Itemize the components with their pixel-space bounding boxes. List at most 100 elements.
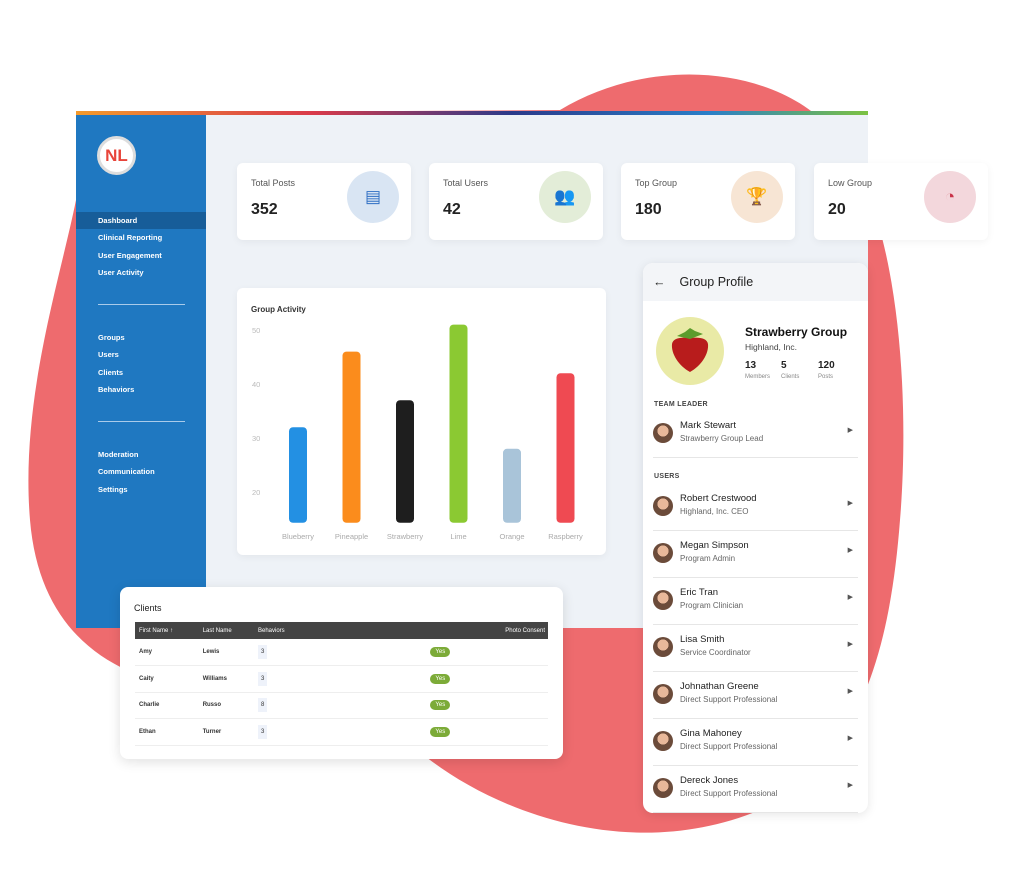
clients-table: First Name ↑ Last Name Behaviors Photo Cons… [135, 622, 548, 746]
sidebar-item-communication[interactable]: Communication [76, 463, 206, 480]
user-row[interactable]: Gina Mahoney Direct Support Professional ▶ [653, 719, 858, 766]
user-row[interactable]: Dereck Jones Direct Support Professional ▶ [653, 766, 858, 813]
first-name: Caity [135, 665, 199, 693]
profile-stat-label: Posts [818, 374, 834, 380]
sidebar-item-clients[interactable]: Clients [76, 364, 206, 381]
group-avatar [656, 317, 724, 385]
bar-orange[interactable] [503, 448, 521, 523]
last-name: Russo [198, 692, 254, 719]
sidebar-item-user-activity[interactable]: User Activity [76, 264, 206, 281]
stat-label: Total Posts [251, 178, 296, 188]
group-activity-card: Group Activity 20 30 40 50 Blueberry Pineappl… [237, 288, 606, 555]
table-row[interactable]: Amy Lewis 3 Yes [135, 639, 548, 666]
stat-card-total-users[interactable]: Total Users 42 👥 [429, 163, 603, 240]
stat-card-total-posts[interactable]: Total Posts 352 ▤ [237, 163, 411, 240]
profile-stat-value: 5 [781, 360, 787, 371]
column-header[interactable]: Photo Consent [305, 622, 548, 639]
strawberry-icon [671, 328, 709, 372]
avatar [653, 684, 673, 704]
table-row[interactable]: Caity Williams 3 Yes [135, 665, 548, 693]
column-header[interactable]: First Name ↑ [135, 622, 199, 639]
user-name: Gina Mahoney [680, 728, 742, 739]
profile-stat-label: Members [745, 374, 771, 380]
user-row[interactable]: Lisa Smith Service Coordinator ▶ [653, 625, 858, 672]
bar-raspberry[interactable] [556, 373, 575, 523]
y-tick-label: 40 [252, 380, 260, 389]
user-role: Direct Support Professional [680, 789, 778, 798]
stat-card-low-group[interactable]: Low Group 20 ◔ [814, 163, 988, 240]
logo[interactable]: NL [97, 136, 136, 175]
table-row[interactable]: Ethan Turner 3 Yes [135, 718, 548, 746]
table-row[interactable]: Charlie Russo 8 Yes [135, 692, 548, 719]
user-name: Dereck Jones [680, 775, 739, 786]
sidebar-item-clinical-reporting[interactable]: Clinical Reporting [76, 229, 206, 246]
user-role: Direct Support Professional [680, 695, 778, 704]
bar-pineapple[interactable] [342, 351, 361, 523]
user-role: Highland, Inc. CEO [680, 507, 749, 516]
chevron-right-icon: ▶ [847, 547, 853, 554]
user-name: Lisa Smith [680, 634, 725, 645]
x-tick-label: Raspberry [548, 532, 583, 541]
user-row[interactable]: Eric Tran Program Clinician ▶ [653, 578, 858, 625]
x-tick-label: Lime [450, 532, 466, 541]
user-row[interactable]: Johnathan Greene Direct Support Professio… [653, 672, 858, 719]
chevron-right-icon: ▶ [847, 641, 853, 648]
column-header[interactable]: Last Name [198, 622, 254, 639]
sidebar-item-settings[interactable]: Settings [76, 481, 206, 498]
profile-stat-value: 13 [745, 360, 757, 371]
y-tick-label: 20 [252, 488, 260, 497]
stat-value: 180 [635, 201, 662, 218]
user-role: Program Clinician [680, 601, 744, 610]
bar-lime[interactable] [449, 324, 468, 523]
profile-stat-label: Clients [781, 374, 800, 380]
consent-badge: Yes [430, 700, 451, 711]
sidebar-item-groups[interactable]: Groups [76, 329, 206, 346]
first-name: Charlie [135, 692, 199, 719]
stat-card-top-group[interactable]: Top Group 180 🏆 [621, 163, 795, 240]
group-name: Strawberry Group [745, 325, 848, 339]
consent-badge: Yes [430, 673, 451, 684]
sidebar-item-behaviors[interactable]: Behaviors [76, 381, 206, 398]
sidebar-item-dashboard[interactable]: Dashboard [76, 212, 206, 229]
group-org: Highland, Inc. [745, 342, 797, 352]
avatar [653, 496, 673, 516]
stat-value: 42 [443, 201, 461, 218]
chevron-right-icon: ▶ [847, 782, 853, 789]
sidebar-item-users[interactable]: Users [76, 346, 206, 363]
behaviors-count: 3 [258, 671, 268, 686]
user-name: Johnathan Greene [680, 681, 759, 692]
avatar [653, 590, 673, 610]
y-tick-label: 30 [252, 434, 260, 443]
first-name: Amy [135, 639, 199, 666]
divider [98, 304, 185, 305]
avatar [653, 543, 673, 563]
x-tick-label: Strawberry [387, 532, 424, 541]
column-header[interactable]: Behaviors [254, 622, 306, 639]
user-row[interactable]: Robert Crestwood Highland, Inc. CEO ▶ [653, 484, 858, 531]
bar-strawberry[interactable] [396, 400, 414, 523]
users-icon: 👥 [539, 171, 591, 223]
user-role: Program Admin [680, 554, 736, 563]
chevron-right-icon: ▶ [847, 735, 853, 742]
stat-label: Total Users [443, 178, 489, 188]
user-row[interactable]: Megan Simpson Program Admin ▶ [653, 531, 858, 578]
last-name: Lewis [198, 639, 254, 666]
sidebar-item-user-engagement[interactable]: User Engagement [76, 247, 206, 264]
stat-label: Top Group [635, 178, 678, 188]
divider [98, 421, 185, 422]
back-arrow-icon[interactable]: ← [653, 275, 666, 289]
bar-blueberry[interactable] [289, 427, 307, 523]
clients-title: Clients [134, 603, 162, 613]
profile-header: ← Group Profile [643, 263, 868, 301]
avatar [653, 778, 673, 798]
user-role: Direct Support Professional [680, 742, 778, 751]
chevron-right-icon: ▶ [847, 688, 853, 695]
first-name: Ethan [135, 718, 199, 746]
team-leader-row[interactable]: Mark Stewart Strawberry Group Lead ▶ [653, 411, 858, 458]
user-name: Megan Simpson [680, 540, 749, 551]
sidebar-item-moderation[interactable]: Moderation [76, 446, 206, 463]
user-role: Service Coordinator [680, 648, 751, 657]
y-tick-label: 50 [252, 326, 260, 335]
user-name: Mark Stewart [680, 420, 736, 431]
consent-badge: Yes [430, 726, 451, 737]
